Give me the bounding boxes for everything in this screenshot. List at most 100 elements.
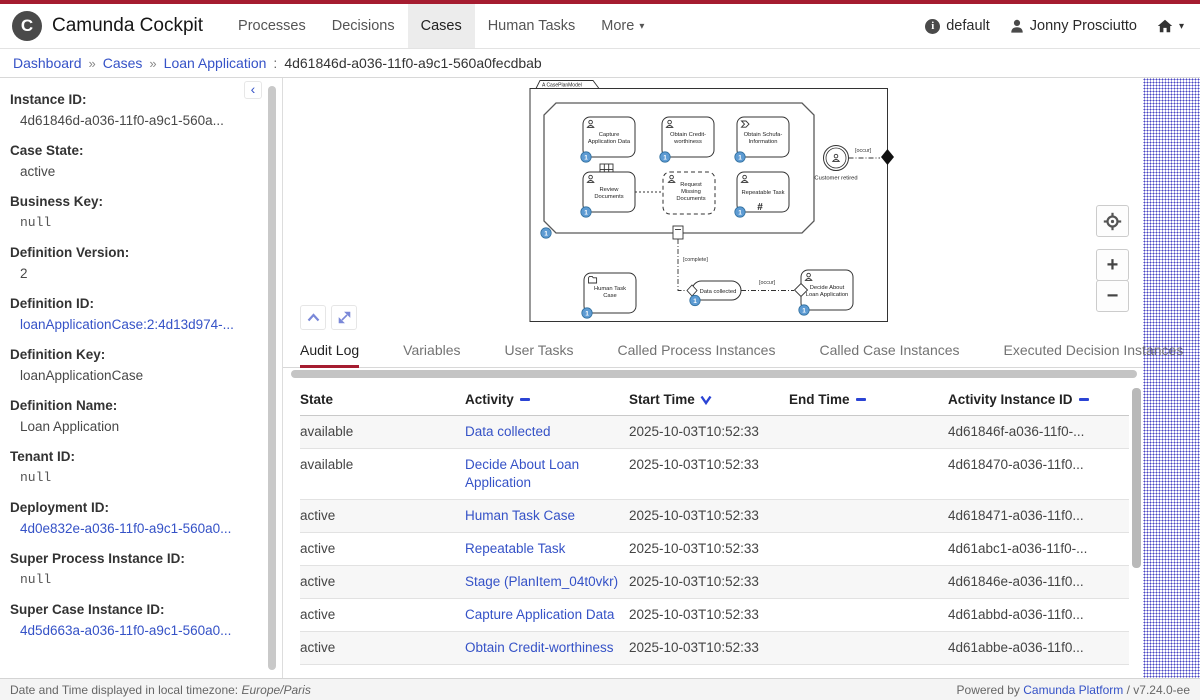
nav-item-cases[interactable]: Cases bbox=[408, 4, 475, 48]
svg-text:1: 1 bbox=[738, 209, 742, 216]
nav-item-decisions[interactable]: Decisions bbox=[319, 4, 408, 48]
table-row: available Decide About Loan Application … bbox=[300, 449, 1129, 500]
home-icon bbox=[1157, 19, 1173, 33]
zoom-out-button[interactable]: − bbox=[1096, 280, 1129, 312]
column-end-time[interactable]: End Time bbox=[789, 384, 948, 416]
svg-text:1: 1 bbox=[802, 307, 806, 314]
breadcrumb-cases[interactable]: Cases bbox=[103, 55, 143, 71]
activity-link[interactable]: Stage (PlanItem_04t0vkr) bbox=[465, 574, 618, 589]
diagram-task-repeatable-task[interactable]: Repeatable Task # bbox=[737, 172, 789, 213]
powered-by: Powered by Camunda Platform / v7.24.0-ee bbox=[957, 683, 1190, 697]
activity-link[interactable]: Decide About Loan Application bbox=[465, 457, 579, 490]
svg-text:1: 1 bbox=[663, 154, 667, 161]
sort-none-icon[interactable] bbox=[520, 398, 530, 401]
svg-text:Documents: Documents bbox=[676, 196, 705, 202]
tab-variables[interactable]: Variables bbox=[403, 335, 460, 368]
timezone-value: Europe/Paris bbox=[241, 683, 310, 697]
field-label: Instance ID: bbox=[10, 92, 248, 107]
svg-text:1: 1 bbox=[585, 310, 589, 317]
user-menu[interactable]: Jonny Prosciutto bbox=[1010, 18, 1137, 34]
case-plan-model-label: A CasePlanModel bbox=[542, 82, 582, 88]
collapse-diagram-button[interactable] bbox=[300, 305, 326, 330]
definition-id-link[interactable]: loanApplicationCase:2:4d13d974-... bbox=[20, 317, 234, 332]
svg-text:Missing: Missing bbox=[681, 189, 701, 195]
diagram-task-decide-about-loan-application[interactable]: Decide About Loan Application bbox=[795, 270, 854, 310]
field-label: Definition Name: bbox=[10, 398, 248, 413]
tab-user-tasks[interactable]: User Tasks bbox=[505, 335, 574, 368]
field-label: Definition ID: bbox=[10, 296, 248, 311]
home-menu[interactable]: ▾ bbox=[1157, 19, 1184, 33]
tab-audit-log[interactable]: Audit Log bbox=[300, 335, 359, 368]
column-state[interactable]: State bbox=[300, 384, 465, 416]
business-key-value: null bbox=[10, 215, 248, 230]
nav-item-more[interactable]: More ▾ bbox=[588, 4, 657, 48]
field-label: Definition Version: bbox=[10, 245, 248, 260]
svg-text:1: 1 bbox=[584, 154, 588, 161]
table-header-row: State Activity Start Time End Time Activ… bbox=[300, 384, 1129, 416]
activity-link[interactable]: Capture Application Data bbox=[465, 607, 614, 622]
activity-link[interactable]: Obtain Credit-worthiness bbox=[465, 640, 614, 655]
svg-text:Review: Review bbox=[599, 187, 619, 193]
cmmn-diagram-pane[interactable]: A CasePlanModel Capture bbox=[283, 78, 1143, 335]
crosshair-icon bbox=[1103, 212, 1122, 231]
table-row: active Stage (PlanItem_04t0vkr) 2025-10-… bbox=[300, 566, 1129, 599]
svg-text:Information: Information bbox=[749, 139, 778, 145]
cell-start-time: 2025-10-03T10:52:33 bbox=[629, 599, 789, 632]
diagram-task-capture-application-data[interactable]: Capture Application Data bbox=[583, 117, 635, 157]
cell-state: available bbox=[300, 449, 465, 500]
engine-select[interactable]: i default bbox=[925, 18, 990, 34]
vertical-scrollbar-thumb[interactable] bbox=[1132, 388, 1141, 568]
sidebar-collapse-button[interactable]: ‹ bbox=[244, 81, 262, 99]
tab-called-case-instances[interactable]: Called Case Instances bbox=[819, 335, 959, 368]
diagram-task-obtain-schufa-information[interactable]: Obtain Schufa- Information bbox=[737, 117, 789, 157]
horizontal-scrollbar-thumb[interactable] bbox=[291, 370, 1137, 378]
cell-start-time: 2025-10-03T10:52:33 bbox=[629, 449, 789, 500]
tenant-id-value: null bbox=[10, 470, 248, 485]
expand-icon bbox=[338, 311, 351, 324]
user-name: Jonny Prosciutto bbox=[1030, 18, 1137, 34]
zoom-in-button[interactable]: + bbox=[1096, 249, 1129, 281]
breadcrumb-loan-application[interactable]: Loan Application bbox=[164, 55, 267, 71]
cell-activity-instance-id: 4d61846e-a036-11f0... bbox=[948, 566, 1129, 599]
maximize-diagram-button[interactable] bbox=[331, 305, 357, 330]
column-activity-instance-id[interactable]: Activity Instance ID bbox=[948, 384, 1129, 416]
column-activity[interactable]: Activity bbox=[465, 384, 629, 416]
field-label: Business Key: bbox=[10, 194, 248, 209]
nav-item-processes[interactable]: Processes bbox=[225, 4, 319, 48]
deployment-id-link[interactable]: 4d0e832e-a036-11f0-a9c1-560a0... bbox=[20, 521, 231, 536]
svg-text:Case: Case bbox=[603, 293, 617, 299]
nav-item-human-tasks[interactable]: Human Tasks bbox=[475, 4, 589, 48]
sidebar-scrollbar[interactable] bbox=[268, 86, 276, 670]
field-label: Definition Key: bbox=[10, 347, 248, 362]
svg-text:Loan Application: Loan Application bbox=[806, 292, 849, 298]
cell-activity-instance-id: 4d61abbe-a036-11f0... bbox=[948, 632, 1129, 665]
activity-link[interactable]: Human Task Case bbox=[465, 508, 575, 523]
svg-text:1: 1 bbox=[584, 209, 588, 216]
sort-none-icon[interactable] bbox=[1079, 398, 1089, 401]
cell-state: active bbox=[300, 566, 465, 599]
breadcrumb-dashboard[interactable]: Dashboard bbox=[13, 55, 82, 71]
column-start-time[interactable]: Start Time bbox=[629, 384, 789, 416]
reset-zoom-button[interactable] bbox=[1096, 205, 1129, 237]
cell-start-time: 2025-10-03T10:52:33 bbox=[629, 566, 789, 599]
tab-called-process-instances[interactable]: Called Process Instances bbox=[617, 335, 775, 368]
super-case-instance-id-link[interactable]: 4d5d663a-a036-11f0-a9c1-560a0... bbox=[20, 623, 231, 638]
super-process-instance-id-value: null bbox=[10, 572, 248, 587]
camunda-platform-link[interactable]: Camunda Platform bbox=[1023, 683, 1123, 697]
svg-text:Capture: Capture bbox=[599, 132, 620, 138]
diagram-task-obtain-creditworthiness[interactable]: Obtain Credit- worthiness bbox=[662, 117, 714, 157]
sort-none-icon[interactable] bbox=[856, 398, 866, 401]
activity-count-badge: 1 bbox=[660, 152, 670, 162]
activity-count-badge: 1 bbox=[690, 295, 700, 305]
activity-count-badge: 1 bbox=[735, 152, 745, 162]
field-label: Super Process Instance ID: bbox=[10, 551, 248, 566]
field-label: Deployment ID: bbox=[10, 500, 248, 515]
activity-link[interactable]: Data collected bbox=[465, 424, 551, 439]
tab-executed-decision-instances[interactable]: Executed Decision Instances bbox=[1004, 335, 1184, 368]
brand[interactable]: C Camunda Cockpit bbox=[12, 4, 203, 48]
activity-link[interactable]: Repeatable Task bbox=[465, 541, 565, 556]
svg-text:worthiness: worthiness bbox=[673, 139, 702, 145]
sort-desc-icon[interactable] bbox=[700, 395, 712, 405]
case-state-value: active bbox=[10, 164, 248, 179]
diagram-task-human-task-case[interactable]: Human Task Case bbox=[584, 273, 636, 313]
